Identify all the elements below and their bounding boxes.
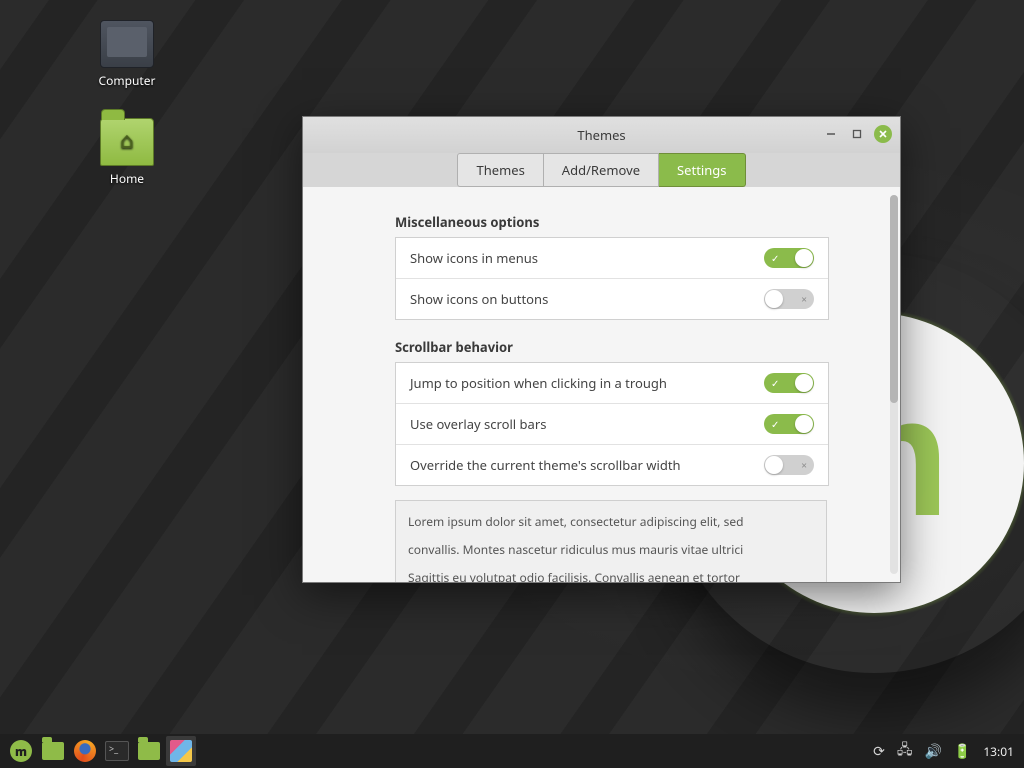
updates-icon[interactable]: ⟳ bbox=[873, 742, 885, 761]
toggle-show-icons-menus[interactable]: ✓ bbox=[764, 248, 814, 268]
sample-text-area[interactable]: Lorem ipsum dolor sit amet, consectetur … bbox=[395, 500, 827, 582]
row-show-icons-menus: Show icons in menus ✓ bbox=[396, 238, 828, 279]
network-icon[interactable]: 🖧 bbox=[897, 739, 913, 763]
close-button[interactable] bbox=[874, 125, 892, 143]
row-label: Jump to position when clicking in a trou… bbox=[410, 374, 667, 392]
folder-icon bbox=[42, 742, 64, 760]
row-label: Show icons in menus bbox=[410, 249, 538, 267]
desktop-icon-label: Computer bbox=[99, 72, 156, 89]
window-title: Themes bbox=[577, 126, 625, 144]
toggle-check-icon: ✓ bbox=[771, 414, 779, 434]
terminal-icon bbox=[105, 741, 129, 761]
desktop-icon-label: Home bbox=[110, 170, 144, 187]
row-overlay-scrollbars: Use overlay scroll bars ✓ bbox=[396, 404, 828, 445]
tab-themes[interactable]: Themes bbox=[457, 153, 543, 187]
sample-text-line: convallis. Montes nascetur ridiculus mus… bbox=[408, 541, 814, 559]
toggle-show-icons-buttons[interactable]: × bbox=[764, 289, 814, 309]
desktop: m Computer Home Themes Themes Add/Remove… bbox=[0, 0, 1024, 768]
monitor-icon bbox=[100, 20, 154, 68]
sample-text-line: Sagittis eu volutpat odio facilisis. Con… bbox=[408, 569, 814, 582]
toggle-jump-to-position[interactable]: ✓ bbox=[764, 373, 814, 393]
show-desktop-button[interactable] bbox=[38, 736, 68, 766]
minimize-button[interactable] bbox=[822, 125, 840, 143]
toggle-x-icon: × bbox=[801, 289, 807, 309]
window-titlebar[interactable]: Themes bbox=[303, 117, 900, 153]
desktop-icon-computer[interactable]: Computer bbox=[82, 20, 172, 89]
launcher-terminal[interactable] bbox=[102, 736, 132, 766]
row-label: Override the current theme's scrollbar w… bbox=[410, 456, 681, 474]
themes-app-icon bbox=[170, 740, 192, 762]
mint-logo-icon: m bbox=[10, 740, 32, 762]
tab-settings[interactable]: Settings bbox=[659, 153, 745, 187]
toggle-check-icon: ✓ bbox=[771, 248, 779, 268]
menu-button[interactable]: m bbox=[6, 736, 36, 766]
taskbar-left: m bbox=[0, 736, 196, 766]
home-folder-icon bbox=[100, 118, 154, 166]
firefox-icon bbox=[74, 740, 96, 762]
task-themes[interactable] bbox=[166, 736, 196, 766]
toggle-x-icon: × bbox=[801, 455, 807, 475]
row-jump-to-position: Jump to position when clicking in a trou… bbox=[396, 363, 828, 404]
group-miscellaneous: Show icons in menus ✓ Show icons on butt… bbox=[395, 237, 829, 320]
row-label: Use overlay scroll bars bbox=[410, 415, 546, 433]
folder-icon bbox=[138, 742, 160, 760]
group-scrollbar: Jump to position when clicking in a trou… bbox=[395, 362, 829, 486]
tab-add-remove[interactable]: Add/Remove bbox=[544, 153, 659, 187]
settings-pane[interactable]: Miscellaneous options Show icons in menu… bbox=[303, 187, 900, 582]
toggle-check-icon: ✓ bbox=[771, 373, 779, 393]
row-label: Show icons on buttons bbox=[410, 290, 548, 308]
row-show-icons-buttons: Show icons on buttons × bbox=[396, 279, 828, 319]
launcher-files[interactable] bbox=[134, 736, 164, 766]
section-miscellaneous: Miscellaneous options bbox=[333, 213, 840, 231]
launcher-firefox[interactable] bbox=[70, 736, 100, 766]
tab-bar: Themes Add/Remove Settings bbox=[303, 153, 900, 187]
settings-pane-wrap: Miscellaneous options Show icons in menu… bbox=[303, 187, 900, 582]
row-override-scrollbar-width: Override the current theme's scrollbar w… bbox=[396, 445, 828, 485]
volume-icon[interactable]: 🔊 bbox=[924, 742, 941, 761]
toggle-overlay-scrollbars[interactable]: ✓ bbox=[764, 414, 814, 434]
taskbar: m ⟳ 🖧 🔊 🔋 13:01 bbox=[0, 734, 1024, 768]
desktop-icon-home[interactable]: Home bbox=[82, 118, 172, 187]
section-scrollbar: Scrollbar behavior bbox=[333, 338, 840, 356]
toggle-override-scrollbar-width[interactable]: × bbox=[764, 455, 814, 475]
scrollbar[interactable] bbox=[890, 195, 898, 574]
sample-text-line: Lorem ipsum dolor sit amet, consectetur … bbox=[408, 513, 814, 531]
clock[interactable]: 13:01 bbox=[983, 743, 1014, 760]
battery-icon[interactable]: 🔋 bbox=[954, 742, 971, 761]
maximize-button[interactable] bbox=[848, 125, 866, 143]
themes-window: Themes Themes Add/Remove Settings Miscel… bbox=[302, 116, 901, 583]
system-tray: ⟳ 🖧 🔊 🔋 13:01 bbox=[873, 739, 1024, 763]
